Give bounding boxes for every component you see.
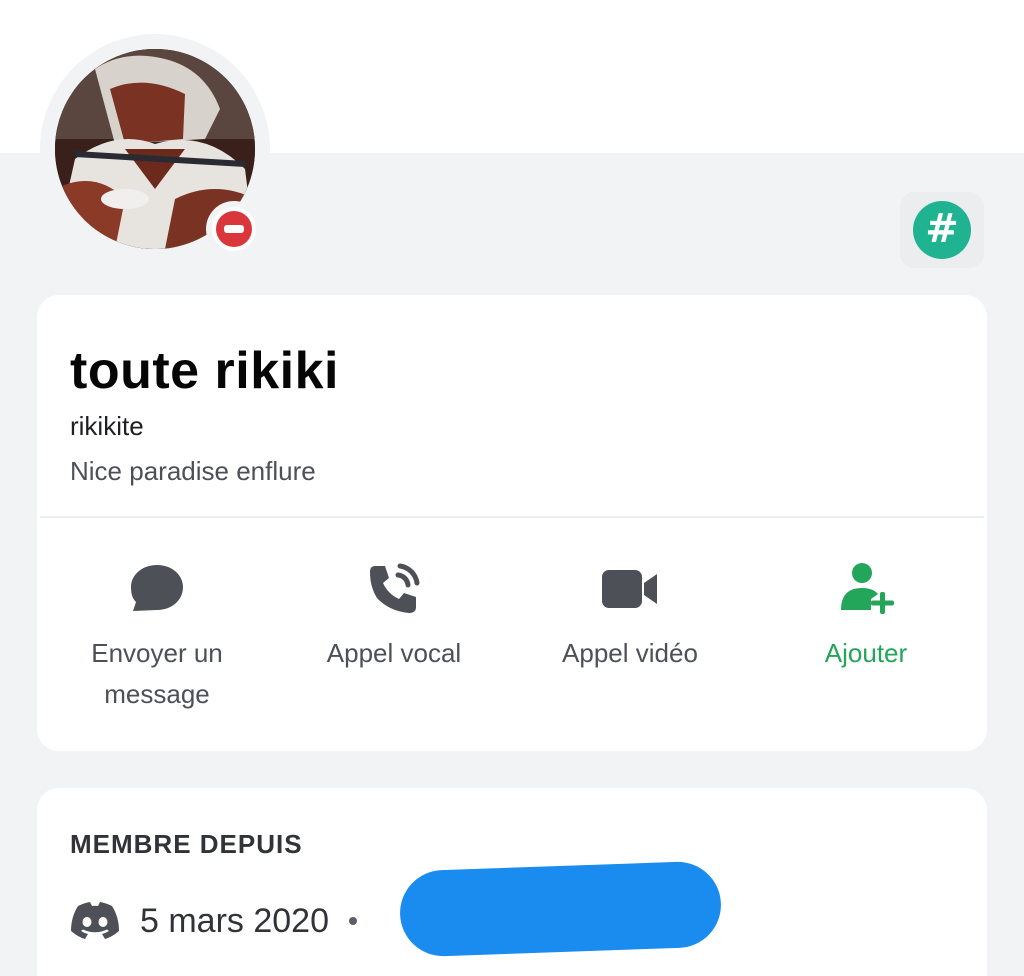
hashtag-icon: # — [925, 206, 959, 252]
discord-member-date: 5 mars 2020 — [140, 901, 329, 940]
member-since-card: MEMBRE DEPUIS 5 mars 2020 — [37, 788, 987, 976]
profile-badge[interactable]: # — [900, 192, 984, 268]
add-friend-label: Ajouter — [824, 638, 908, 668]
voice-call-button[interactable]: Appel vocal — [276, 561, 512, 674]
custom-status: Nice paradise enflure — [70, 456, 316, 486]
username: rikikite — [70, 411, 144, 441]
separator-dot — [349, 917, 357, 925]
discord-logo-icon — [71, 902, 119, 939]
redaction-mark — [398, 860, 723, 958]
video-call-button[interactable]: Appel vidéo — [512, 561, 748, 674]
message-bubble-icon — [131, 565, 183, 611]
video-camera-icon — [602, 570, 657, 608]
divider — [40, 516, 984, 518]
add-friend-button[interactable]: Ajouter — [748, 561, 984, 674]
send-message-button[interactable]: Envoyer un message — [39, 561, 275, 715]
member-since-title: MEMBRE DEPUIS — [70, 829, 303, 859]
profile-card: toute rikiki rikikite Nice paradise enfl… — [37, 295, 987, 751]
phone-call-icon — [370, 563, 420, 613]
do-not-disturb-status-icon — [206, 201, 262, 257]
voice-call-label: Appel vocal — [326, 638, 462, 668]
member-since-row: 5 mars 2020 — [70, 896, 357, 946]
display-name: toute rikiki — [70, 342, 339, 400]
video-call-label: Appel vidéo — [562, 638, 698, 668]
send-message-label: Envoyer un message — [91, 638, 223, 709]
add-friend-icon — [841, 563, 894, 614]
